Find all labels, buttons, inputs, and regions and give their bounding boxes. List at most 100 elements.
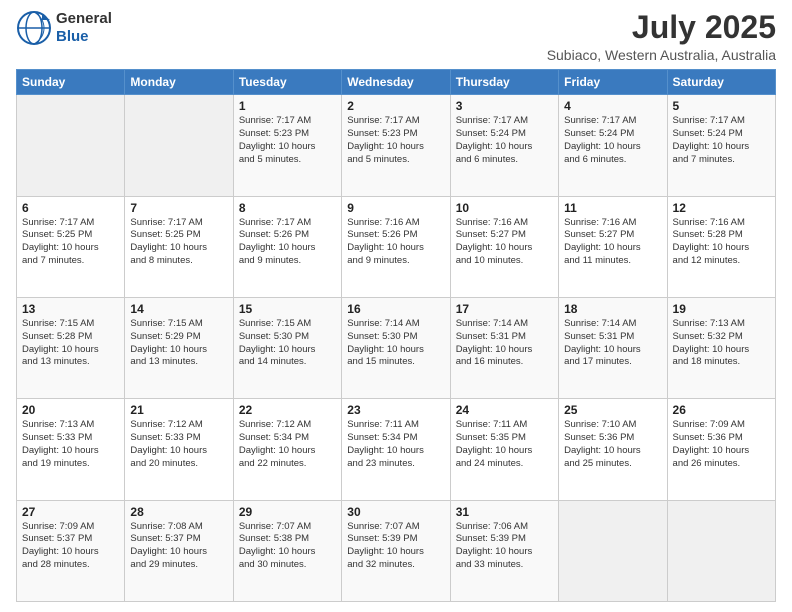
day-info: Sunrise: 7:09 AM Sunset: 5:36 PM Dayligh… — [673, 419, 770, 470]
day-number: 2 — [347, 99, 444, 113]
title-block: July 2025 Subiaco, Western Australia, Au… — [547, 10, 776, 63]
calendar-cell: 14Sunrise: 7:15 AM Sunset: 5:29 PM Dayli… — [125, 297, 233, 398]
calendar-cell: 10 Sunrise: 7:16 AM Sunset: 5:27 PM Dayli… — [450, 196, 558, 297]
day-info: Sunrise: 7:16 AM Sunset: 5:27 PM Dayligh… — [564, 217, 661, 268]
day-number: 15 — [239, 302, 336, 316]
calendar-week-5: 27 Sunrise: 7:09 AM Sunset: 5:37 PM Dayli… — [17, 500, 776, 601]
calendar-cell: 30 Sunrise: 7:07 AM Sunset: 5:39 PM Dayli… — [342, 500, 450, 601]
day-info: Sunrise: 7:14 AM Sunset: 5:31 PM Dayligh… — [564, 318, 661, 369]
calendar-cell: 16Sunrise: 7:14 AM Sunset: 5:30 PM Dayli… — [342, 297, 450, 398]
day-number: 16 — [347, 302, 444, 316]
day-info: Sunrise: 7:08 AM Sunset: 5:37 PM Dayligh… — [130, 521, 227, 572]
day-info: Sunrise: 7:16 AM Sunset: 5:27 PM Dayligh… — [456, 217, 553, 268]
page: General Blue July 2025 Subiaco, Western … — [0, 0, 792, 612]
day-number: 4 — [564, 99, 661, 113]
calendar-week-1: 1 Sunrise: 7:17 AM Sunset: 5:23 PM Daylig… — [17, 95, 776, 196]
day-info: Sunrise: 7:17 AM Sunset: 5:23 PM Dayligh… — [347, 115, 444, 166]
calendar-week-3: 13 Sunrise: 7:15 AM Sunset: 5:28 PM Dayli… — [17, 297, 776, 398]
day-info: Sunrise: 7:17 AM Sunset: 5:24 PM Dayligh… — [673, 115, 770, 166]
day-info: Sunrise: 7:10 AM Sunset: 5:36 PM Dayligh… — [564, 419, 661, 470]
day-info: Sunrise: 7:07 AM Sunset: 5:38 PM Dayligh… — [239, 521, 336, 572]
day-info: Sunrise: 7:17 AM Sunset: 5:25 PM Dayligh… — [22, 217, 119, 268]
day-info: Sunrise: 7:15 AM Sunset: 5:30 PM Dayligh… — [239, 318, 336, 369]
calendar-cell: 6 Sunrise: 7:17 AM Sunset: 5:25 PM Daylig… — [17, 196, 125, 297]
day-number: 12 — [673, 201, 770, 215]
day-info: Sunrise: 7:09 AM Sunset: 5:37 PM Dayligh… — [22, 521, 119, 572]
calendar-cell: 24 Sunrise: 7:11 AM Sunset: 5:35 PM Dayli… — [450, 399, 558, 500]
day-number: 9 — [347, 201, 444, 215]
day-number: 10 — [456, 201, 553, 215]
calendar-cell: 31 Sunrise: 7:06 AM Sunset: 5:39 PM Dayli… — [450, 500, 558, 601]
day-number: 24 — [456, 403, 553, 417]
calendar-cell: 11 Sunrise: 7:16 AM Sunset: 5:27 PM Dayli… — [559, 196, 667, 297]
day-number: 25 — [564, 403, 661, 417]
calendar-cell: 27 Sunrise: 7:09 AM Sunset: 5:37 PM Dayli… — [17, 500, 125, 601]
calendar-cell: 21 Sunrise: 7:12 AM Sunset: 5:33 PM Dayli… — [125, 399, 233, 500]
day-number: 14 — [130, 302, 227, 316]
day-info: Sunrise: 7:14 AM Sunset: 5:31 PM Dayligh… — [456, 318, 553, 369]
day-number: 8 — [239, 201, 336, 215]
calendar-weekday-saturday: Saturday — [667, 70, 775, 95]
calendar-week-4: 20 Sunrise: 7:13 AM Sunset: 5:33 PM Dayli… — [17, 399, 776, 500]
calendar-cell: 17 Sunrise: 7:14 AM Sunset: 5:31 PM Dayli… — [450, 297, 558, 398]
day-number: 22 — [239, 403, 336, 417]
calendar-cell: 7 Sunrise: 7:17 AM Sunset: 5:25 PM Daylig… — [125, 196, 233, 297]
day-number: 27 — [22, 505, 119, 519]
day-number: 21 — [130, 403, 227, 417]
calendar-cell: 28 Sunrise: 7:08 AM Sunset: 5:37 PM Dayli… — [125, 500, 233, 601]
day-info: Sunrise: 7:06 AM Sunset: 5:39 PM Dayligh… — [456, 521, 553, 572]
calendar-cell: 3Sunrise: 7:17 AM Sunset: 5:24 PM Daylig… — [450, 95, 558, 196]
calendar-cell: 22 Sunrise: 7:12 AM Sunset: 5:34 PM Dayli… — [233, 399, 341, 500]
day-number: 7 — [130, 201, 227, 215]
logo-icon — [16, 10, 52, 46]
header: General Blue July 2025 Subiaco, Western … — [16, 10, 776, 63]
day-number: 1 — [239, 99, 336, 113]
calendar-cell — [667, 500, 775, 601]
day-info: Sunrise: 7:07 AM Sunset: 5:39 PM Dayligh… — [347, 521, 444, 572]
day-info: Sunrise: 7:17 AM Sunset: 5:23 PM Dayligh… — [239, 115, 336, 166]
day-number: 20 — [22, 403, 119, 417]
day-number: 28 — [130, 505, 227, 519]
logo: General Blue — [16, 10, 112, 46]
day-info: Sunrise: 7:17 AM Sunset: 5:24 PM Dayligh… — [456, 115, 553, 166]
day-number: 6 — [22, 201, 119, 215]
day-info: Sunrise: 7:16 AM Sunset: 5:28 PM Dayligh… — [673, 217, 770, 268]
calendar-cell: 19Sunrise: 7:13 AM Sunset: 5:32 PM Dayli… — [667, 297, 775, 398]
calendar-weekday-sunday: Sunday — [17, 70, 125, 95]
day-info: Sunrise: 7:12 AM Sunset: 5:34 PM Dayligh… — [239, 419, 336, 470]
day-number: 11 — [564, 201, 661, 215]
day-number: 30 — [347, 505, 444, 519]
calendar-header-row: SundayMondayTuesdayWednesdayThursdayFrid… — [17, 70, 776, 95]
day-info: Sunrise: 7:17 AM Sunset: 5:25 PM Dayligh… — [130, 217, 227, 268]
calendar-cell: 29 Sunrise: 7:07 AM Sunset: 5:38 PM Dayli… — [233, 500, 341, 601]
day-number: 13 — [22, 302, 119, 316]
day-number: 18 — [564, 302, 661, 316]
calendar-cell — [559, 500, 667, 601]
day-info: Sunrise: 7:12 AM Sunset: 5:33 PM Dayligh… — [130, 419, 227, 470]
day-info: Sunrise: 7:15 AM Sunset: 5:28 PM Dayligh… — [22, 318, 119, 369]
calendar-table: SundayMondayTuesdayWednesdayThursdayFrid… — [16, 69, 776, 602]
day-number: 17 — [456, 302, 553, 316]
calendar-week-2: 6 Sunrise: 7:17 AM Sunset: 5:25 PM Daylig… — [17, 196, 776, 297]
calendar-cell: 9 Sunrise: 7:16 AM Sunset: 5:26 PM Daylig… — [342, 196, 450, 297]
calendar-weekday-thursday: Thursday — [450, 70, 558, 95]
day-number: 26 — [673, 403, 770, 417]
day-info: Sunrise: 7:13 AM Sunset: 5:33 PM Dayligh… — [22, 419, 119, 470]
logo-text: General Blue — [56, 10, 112, 46]
calendar-cell: 8 Sunrise: 7:17 AM Sunset: 5:26 PM Daylig… — [233, 196, 341, 297]
calendar-cell: 26 Sunrise: 7:09 AM Sunset: 5:36 PM Dayli… — [667, 399, 775, 500]
day-info: Sunrise: 7:13 AM Sunset: 5:32 PM Dayligh… — [673, 318, 770, 369]
day-info: Sunrise: 7:11 AM Sunset: 5:35 PM Dayligh… — [456, 419, 553, 470]
day-info: Sunrise: 7:17 AM Sunset: 5:26 PM Dayligh… — [239, 217, 336, 268]
main-title: July 2025 — [547, 10, 776, 45]
calendar-weekday-friday: Friday — [559, 70, 667, 95]
day-number: 29 — [239, 505, 336, 519]
calendar-cell — [17, 95, 125, 196]
day-info: Sunrise: 7:11 AM Sunset: 5:34 PM Dayligh… — [347, 419, 444, 470]
calendar-cell: 1 Sunrise: 7:17 AM Sunset: 5:23 PM Daylig… — [233, 95, 341, 196]
calendar-cell: 13 Sunrise: 7:15 AM Sunset: 5:28 PM Dayli… — [17, 297, 125, 398]
day-number: 31 — [456, 505, 553, 519]
calendar-cell: 25 Sunrise: 7:10 AM Sunset: 5:36 PM Dayli… — [559, 399, 667, 500]
day-info: Sunrise: 7:16 AM Sunset: 5:26 PM Dayligh… — [347, 217, 444, 268]
subtitle: Subiaco, Western Australia, Australia — [547, 47, 776, 63]
